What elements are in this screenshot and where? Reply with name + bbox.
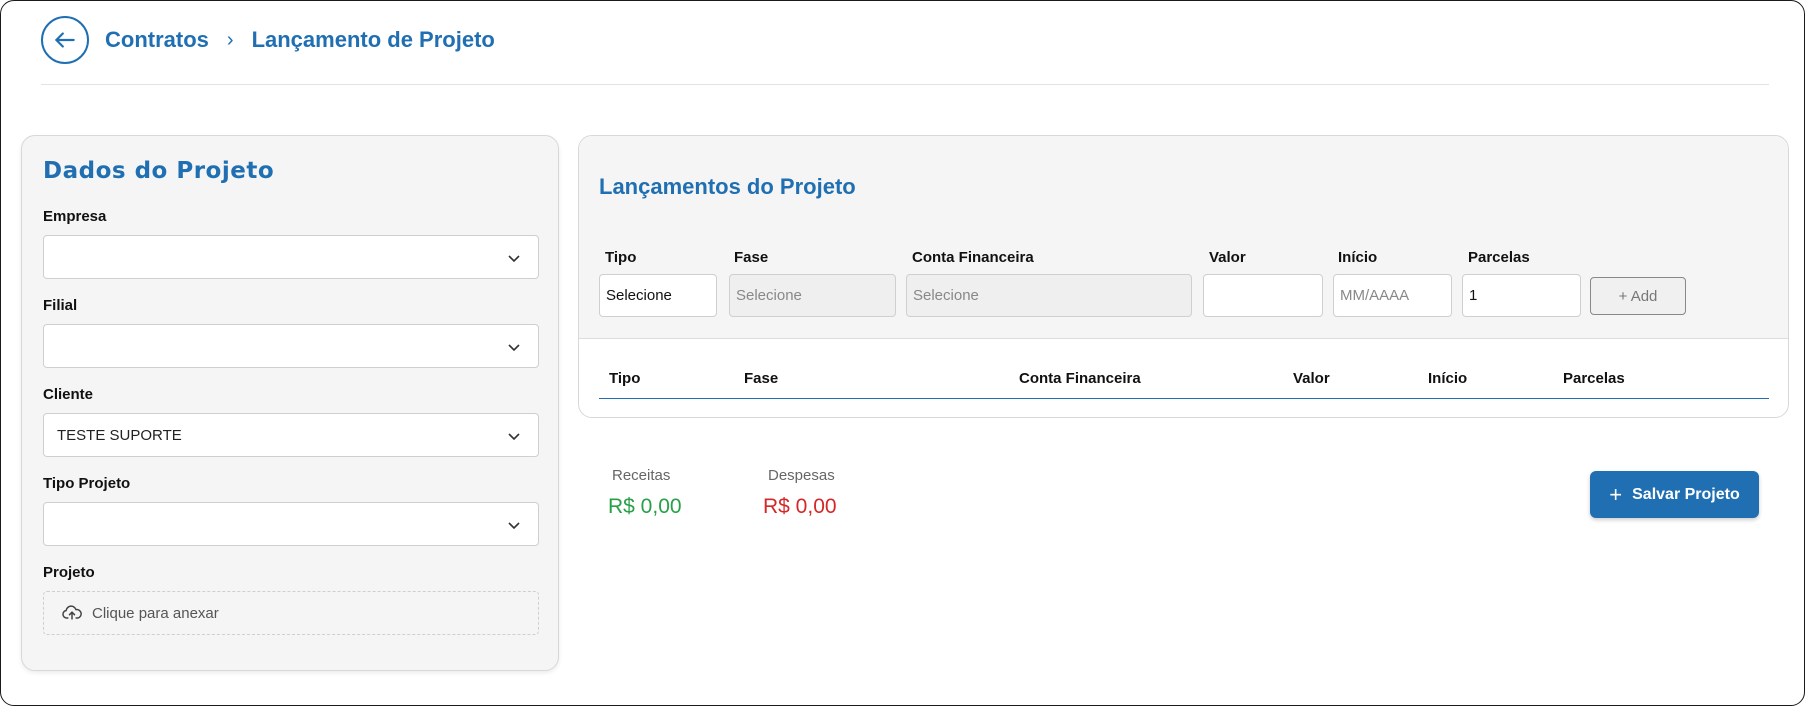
filial-label: Filial — [43, 297, 78, 314]
tipo-projeto-label: Tipo Projeto — [43, 475, 131, 492]
chevron-down-icon — [508, 255, 520, 263]
cliente-select[interactable]: TESTE SUPORTE — [43, 413, 539, 457]
breadcrumb-separator: › — [226, 28, 234, 51]
chevron-down-icon — [508, 522, 520, 530]
projeto-label: Projeto — [43, 564, 95, 581]
projeto-upload-area[interactable]: Clique para anexar — [43, 591, 539, 635]
cliente-label: Cliente — [43, 386, 94, 403]
table-header-divider — [599, 398, 1769, 399]
table-header-fase: Fase — [744, 370, 779, 387]
conta-financeira-select[interactable]: Selecione — [906, 274, 1192, 317]
conta-financeira-label: Conta Financeira — [912, 249, 1034, 266]
project-entries-panel: Lançamentos do Projeto Tipo Selecione Fa… — [578, 135, 1789, 418]
upload-text: Clique para anexar — [92, 604, 219, 622]
parcelas-input[interactable]: 1 — [1462, 274, 1581, 317]
project-data-title: Dados do Projeto — [43, 158, 275, 184]
inicio-label: Início — [1338, 249, 1378, 266]
empresa-label: Empresa — [43, 208, 107, 225]
save-project-button[interactable]: + Salvar Projeto — [1590, 471, 1759, 518]
breadcrumb: Contratos › Lançamento de Projeto — [41, 15, 495, 65]
receitas-label: Receitas — [612, 467, 671, 484]
table-header-parcelas: Parcelas — [1563, 370, 1625, 387]
save-project-label: Salvar Projeto — [1632, 485, 1740, 503]
add-entry-button[interactable]: + Add — [1590, 277, 1686, 315]
table-header-inicio: Início — [1428, 370, 1468, 387]
table-header-conta-financeira: Conta Financeira — [1019, 370, 1141, 387]
table-header-tipo: Tipo — [609, 370, 641, 387]
fase-label: Fase — [734, 249, 769, 266]
plus-icon: + — [1609, 481, 1623, 507]
tipo-projeto-select[interactable] — [43, 502, 539, 546]
app-window: Contratos › Lançamento de Projeto Dados … — [0, 0, 1805, 706]
valor-input[interactable] — [1203, 274, 1323, 317]
entries-title: Lançamentos do Projeto — [599, 174, 856, 199]
header-divider — [41, 84, 1769, 85]
page-title: Lançamento de Projeto — [251, 27, 495, 52]
despesas-value: R$ 0,00 — [763, 495, 837, 518]
fase-select[interactable]: Selecione — [729, 274, 896, 317]
breadcrumb-root-link[interactable]: Contratos — [105, 27, 209, 53]
receitas-value: R$ 0,00 — [608, 495, 682, 518]
arrow-left-icon — [55, 32, 75, 48]
despesas-label: Despesas — [768, 467, 835, 484]
parcelas-label: Parcelas — [1468, 249, 1530, 266]
tipo-select[interactable]: Selecione — [599, 274, 717, 317]
cliente-value: TESTE SUPORTE — [57, 426, 182, 444]
tipo-label: Tipo — [605, 249, 637, 266]
cloud-upload-icon — [62, 605, 82, 620]
table-header-valor: Valor — [1293, 370, 1330, 387]
project-data-panel: Dados do Projeto Empresa Filial Cliente … — [21, 135, 559, 671]
entry-form: Lançamentos do Projeto Tipo Selecione Fa… — [579, 136, 1788, 339]
valor-label: Valor — [1209, 249, 1246, 266]
filial-select[interactable] — [43, 324, 539, 368]
inicio-input[interactable]: MM/AAAA — [1333, 274, 1452, 317]
chevron-down-icon — [508, 344, 520, 352]
back-button[interactable] — [41, 16, 89, 64]
empresa-select[interactable] — [43, 235, 539, 279]
chevron-down-icon — [508, 433, 520, 441]
